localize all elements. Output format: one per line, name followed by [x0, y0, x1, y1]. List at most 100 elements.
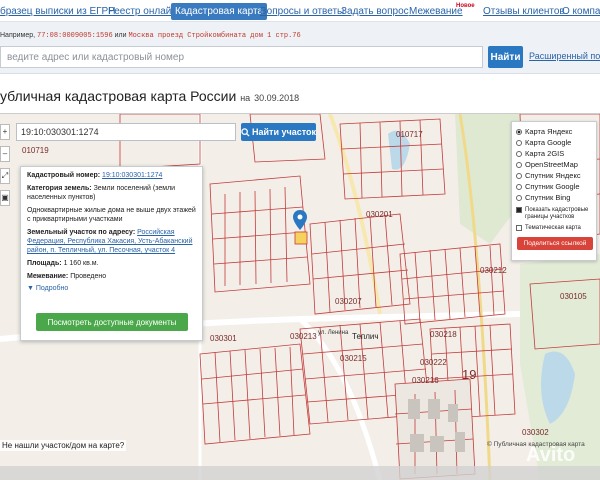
map-label: 030212 — [480, 266, 507, 275]
radio-icon — [516, 172, 522, 179]
survey-row: Межевание: Проведено — [27, 272, 196, 281]
parcel-info-card: Кадастровый номер: 19:10:030301:1274 Кат… — [20, 166, 203, 341]
search-band: Например, 77:08:0009005:1596 или Москва … — [0, 22, 600, 74]
avito-watermark: Avito — [526, 444, 576, 466]
checkbox-label: Тематическая карта — [525, 225, 581, 231]
thematic-map-checkbox[interactable]: Тематическая карта — [516, 225, 592, 232]
address-search-input[interactable] — [0, 46, 483, 68]
radio-icon — [516, 150, 522, 157]
example-address: Москва проезд Стройкомбината дом 1 стр.7… — [128, 32, 301, 40]
checkbox-icon — [516, 225, 522, 231]
checkbox-checked-icon — [516, 207, 522, 213]
map-label: 030213 — [290, 332, 317, 341]
cad-number-label: Кадастровый номер: — [27, 172, 101, 179]
nav-ask-question[interactable]: Задать вопрос — [341, 3, 409, 20]
find-parcel-label: Найти участок — [252, 127, 317, 137]
layer-option-label: Спутник Bing — [525, 193, 571, 202]
parcel-search-input[interactable] — [16, 123, 236, 141]
layer-option-osm[interactable]: OpenStreetMap — [516, 159, 592, 170]
zoom-in-button[interactable]: + — [0, 124, 10, 140]
layer-option-2gis[interactable]: Карта 2GIS — [516, 148, 592, 159]
map-label: 19 — [462, 367, 477, 382]
layer-option-label: OpenStreetMap — [525, 160, 578, 169]
new-badge: Новое — [456, 3, 475, 9]
bottom-strip — [0, 466, 600, 480]
map-pin-icon[interactable] — [293, 210, 307, 230]
layer-option-sat-yandex[interactable]: Спутник Яндекс — [516, 170, 592, 181]
nav-reviews[interactable]: Отзывы клиентов — [483, 3, 565, 20]
layer-option-label: Спутник Google — [525, 182, 580, 191]
map-tools: + – ⤢ ▣ — [0, 124, 10, 212]
radio-selected-icon — [516, 128, 522, 135]
share-link-button[interactable]: Поделиться ссылкой — [517, 237, 593, 250]
show-boundaries-checkbox[interactable]: Показать кадастровые границы участков — [516, 207, 592, 221]
page-title: убличная кадастровая карта России на 30.… — [0, 88, 299, 104]
cad-number-row: Кадастровый номер: 19:10:030301:1274 — [27, 171, 196, 180]
radio-icon — [516, 161, 522, 168]
nav-faq[interactable]: Вопросы и ответы — [260, 3, 344, 20]
nav-sample-extract[interactable]: бразец выписки из ЕГРН — [0, 3, 115, 20]
view-documents-button[interactable]: Посмотреть доступные документы — [36, 313, 188, 331]
more-details-label: Подробно — [35, 285, 69, 292]
map-label: 030216 — [412, 376, 439, 385]
layer-option-sat-bing[interactable]: Спутник Bing — [516, 192, 592, 203]
find-parcel-button[interactable]: Найти участок — [241, 123, 316, 141]
search-example: Например, 77:08:0009005:1596 или Москва … — [0, 32, 301, 40]
area-label: Площадь: — [27, 260, 62, 267]
map-label: 030215 — [340, 354, 367, 363]
print-button[interactable]: ▣ — [0, 190, 10, 206]
nav-registry-online[interactable]: Реестр онлайн — [108, 3, 177, 20]
radio-icon — [516, 183, 522, 190]
address-row: Земельный участок по адресу: Российская … — [27, 228, 196, 255]
layer-option-sat-google[interactable]: Спутник Google — [516, 181, 592, 192]
map-label: 030302 — [522, 428, 549, 437]
map-label: 030222 — [420, 358, 447, 367]
area-value: 1 160 кв.м. — [63, 260, 99, 267]
map-label: Теплич — [352, 332, 379, 341]
category-label: Категория земель: — [27, 185, 92, 192]
layer-option-label: Карта Google — [525, 138, 572, 147]
layer-option-yandex[interactable]: Карта Яндекс — [516, 126, 592, 137]
nav-about[interactable]: О компа — [562, 3, 600, 20]
area-row: Площадь: 1 160 кв.м. — [27, 259, 196, 268]
layer-option-label: Карта 2GIS — [525, 149, 565, 158]
chevron-down-icon: ▼ — [27, 285, 34, 292]
map-label: 030301 — [210, 334, 237, 343]
layer-option-google[interactable]: Карта Google — [516, 137, 592, 148]
page-title-text: убличная кадастровая карта России — [0, 88, 237, 104]
find-button[interactable]: Найти — [488, 46, 523, 68]
example-prefix: Например, — [0, 32, 36, 39]
example-code: 77:08:0009005:1596 — [37, 32, 113, 40]
street-label: ул. Ленина — [318, 330, 349, 336]
cadastral-map[interactable]: 010717 010719 030201 030212 030207 03021… — [0, 113, 600, 480]
map-label: 030207 — [335, 297, 362, 306]
use-text: Одноквартирные жилые дома не выше двух э… — [27, 207, 196, 223]
advanced-search-link[interactable]: Расширенный поиск — [529, 51, 600, 61]
nav-cadastral-map[interactable]: Кадастровая карта — [171, 3, 267, 20]
more-details-toggle[interactable]: ▼ Подробно — [27, 285, 196, 292]
not-found-link[interactable]: Не нашли участок/дом на карте? — [0, 440, 127, 451]
example-or: или — [114, 32, 127, 39]
nav-surveying[interactable]: Межевание — [409, 3, 463, 20]
category-row: Категория земель: Земли поселений (земли… — [27, 184, 196, 202]
map-label: 010717 — [396, 130, 423, 139]
map-label: 030201 — [366, 210, 393, 219]
layer-option-label: Спутник Яндекс — [525, 171, 581, 180]
map-layers-panel: Карта Яндекс Карта Google Карта 2GIS Ope… — [511, 121, 597, 261]
radio-icon — [516, 194, 522, 201]
address-label: Земельный участок по адресу: — [27, 229, 136, 236]
top-navigation: бразец выписки из ЕГРН Реестр онлайн Кад… — [0, 0, 600, 22]
map-label: 010719 — [22, 146, 49, 155]
fullscreen-button[interactable]: ⤢ — [0, 168, 10, 184]
survey-value: Проведено — [70, 273, 107, 280]
layer-option-label: Карта Яндекс — [525, 127, 573, 136]
zoom-out-button[interactable]: – — [0, 146, 10, 162]
cad-number-link[interactable]: 19:10:030301:1274 — [102, 172, 162, 179]
search-icon — [241, 127, 250, 137]
checkbox-label: Показать кадастровые границы участков — [525, 207, 589, 220]
map-label: 030105 — [560, 292, 587, 301]
map-label: 030218 — [430, 330, 457, 339]
title-date-prefix: на — [240, 93, 251, 103]
title-date: 30.09.2018 — [254, 93, 300, 103]
survey-label: Межевание: — [27, 273, 69, 280]
